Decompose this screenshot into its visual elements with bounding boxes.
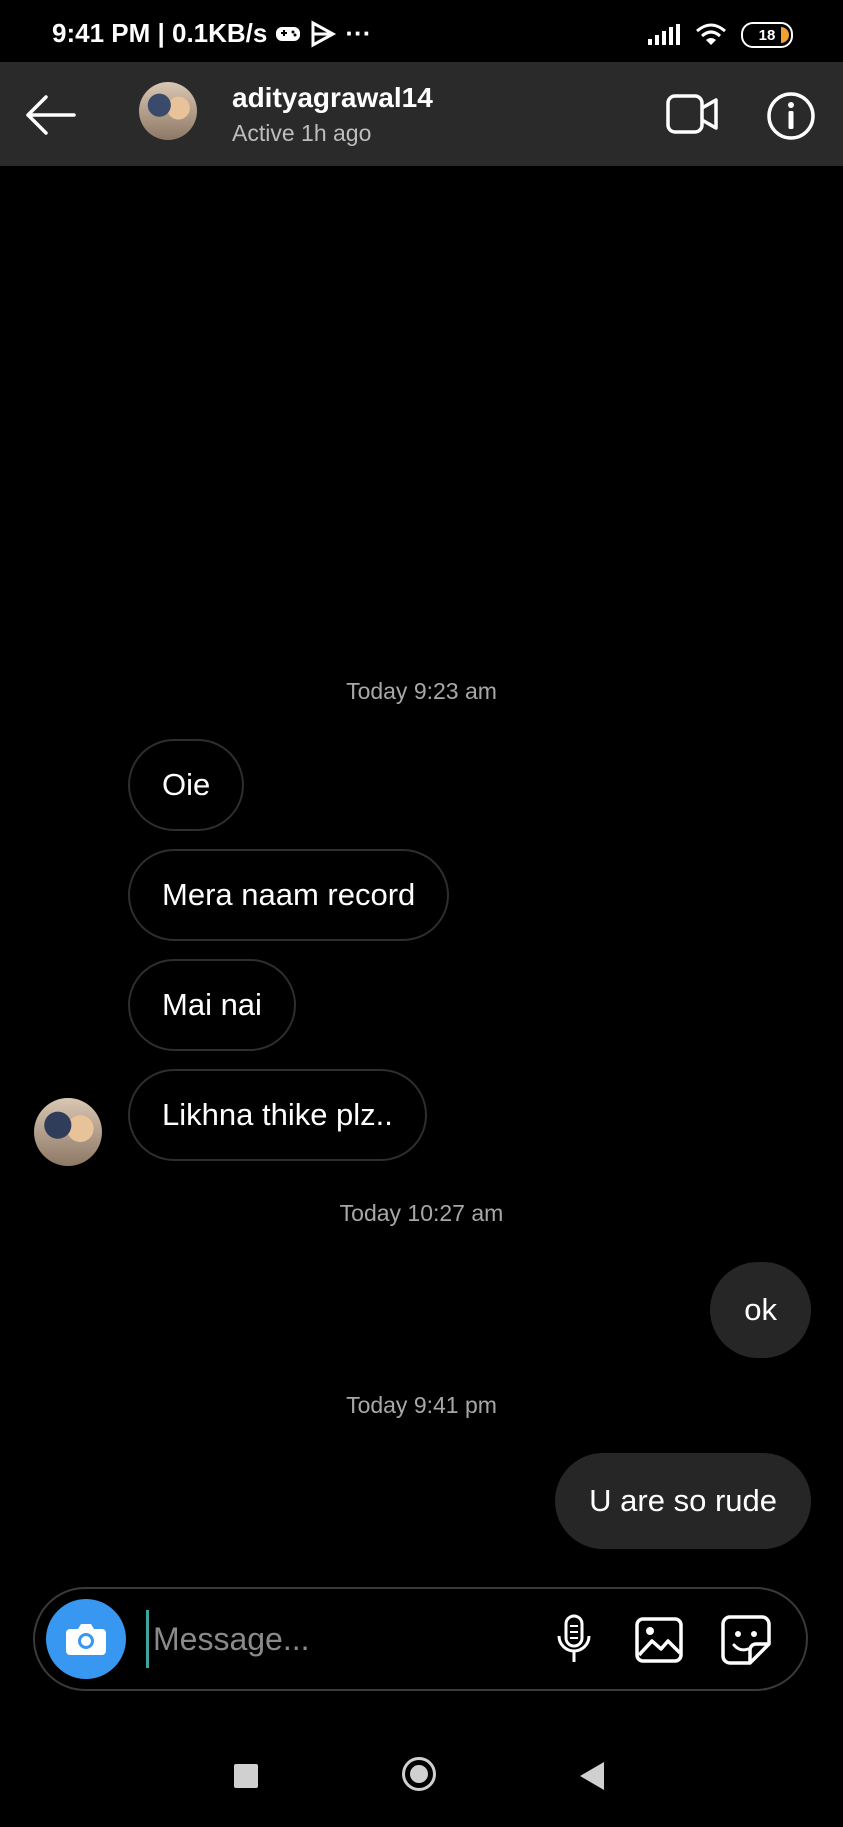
incoming-message[interactable]: Likhna thike plz.. (128, 1069, 427, 1161)
microphone-icon[interactable] (554, 1614, 594, 1664)
nav-back-button[interactable] (580, 1762, 604, 1790)
outgoing-message[interactable]: U are so rude (555, 1453, 811, 1549)
sender-avatar[interactable] (34, 1098, 102, 1166)
incoming-message[interactable]: Mera naam record (128, 849, 450, 941)
sticker-icon[interactable] (720, 1614, 772, 1666)
status-right: 18 (647, 22, 793, 48)
back-arrow-icon[interactable] (22, 92, 78, 138)
active-status: Active 1h ago (232, 120, 372, 146)
timestamp: Today 10:27 am (339, 1200, 504, 1226)
status-more: ··· (345, 18, 372, 48)
chat-username[interactable]: adityagrawal14 (232, 82, 433, 114)
camera-icon (66, 1624, 106, 1655)
incoming-message[interactable]: Mai nai (128, 959, 296, 1051)
recent-apps-button[interactable] (234, 1764, 258, 1788)
wifi-icon (696, 23, 726, 45)
battery-level: 18 (758, 26, 776, 44)
info-icon[interactable] (766, 91, 816, 141)
message-input[interactable] (146, 1610, 535, 1668)
timestamp: Today 9:23 am (346, 678, 497, 704)
video-camera-icon[interactable] (666, 92, 718, 136)
status-time-speed: 9:41 PM | 0.1KB/s (52, 18, 268, 48)
avatar[interactable] (139, 82, 197, 140)
battery-fill (781, 27, 789, 43)
play-icon (311, 19, 337, 48)
gallery-icon[interactable] (635, 1617, 683, 1663)
signal-icon (648, 24, 680, 45)
incoming-message[interactable]: Oie (128, 739, 245, 831)
battery-icon: 18 (741, 22, 793, 48)
status-left: 9:41 PM | 0.1KB/s ··· (52, 18, 371, 49)
gamepad-icon (276, 26, 301, 41)
home-button[interactable] (402, 1757, 436, 1791)
camera-button[interactable] (46, 1599, 126, 1679)
timestamp: Today 9:41 pm (346, 1392, 497, 1418)
outgoing-message[interactable]: ok (710, 1262, 811, 1358)
